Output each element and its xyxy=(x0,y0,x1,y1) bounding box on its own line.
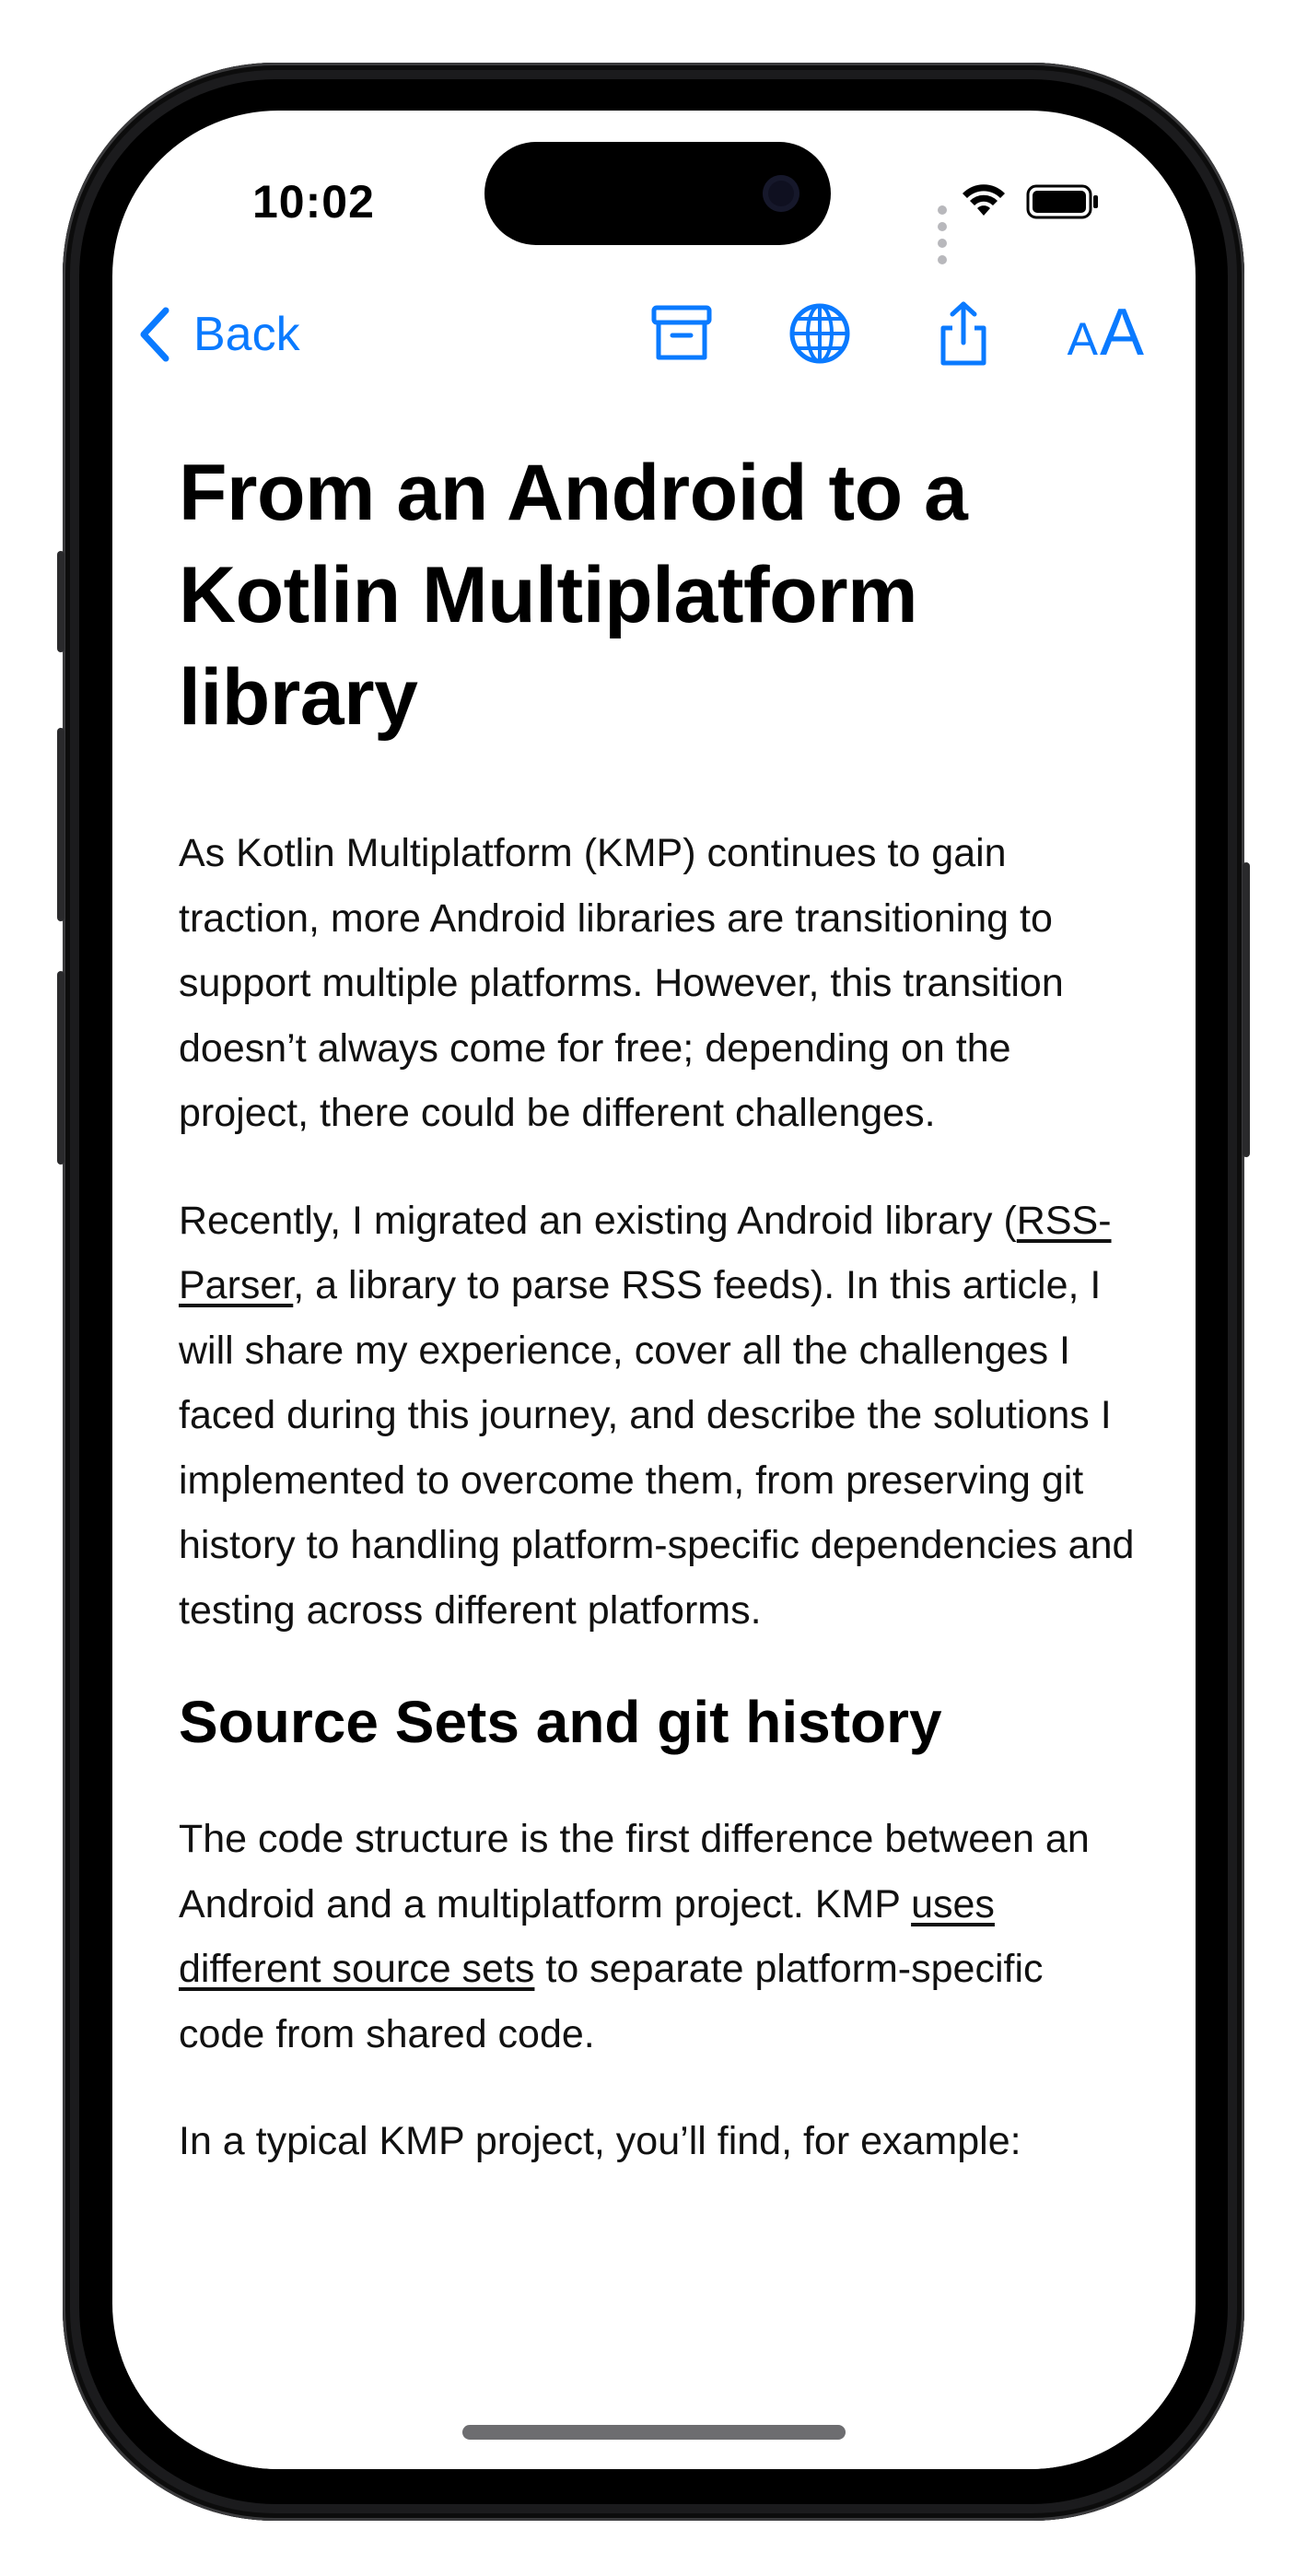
share-button[interactable] xyxy=(930,300,997,367)
paragraph-text: Recently, I migrated an existing Android… xyxy=(179,1198,1017,1243)
back-label: Back xyxy=(193,308,300,361)
text-size-big-glyph: A xyxy=(1099,296,1144,369)
globe-button[interactable] xyxy=(787,300,853,367)
volume-up-button xyxy=(57,728,64,921)
status-time: 10:02 xyxy=(252,176,375,228)
paragraph: The code structure is the first differen… xyxy=(179,1807,1137,2067)
battery-icon xyxy=(1026,184,1098,219)
bottom-mask xyxy=(112,2359,1196,2469)
front-camera-icon xyxy=(763,175,799,212)
article-body: From an Android to a Kotlin Multiplatfor… xyxy=(179,442,1137,2217)
reader-toolbar: Back A A xyxy=(112,286,1196,387)
section-heading: Source Sets and git history xyxy=(179,1689,942,1755)
archive-button[interactable] xyxy=(648,300,715,367)
paragraph: Recently, I migrated an existing Android… xyxy=(179,1188,1137,1644)
paragraph-text: , a library to parse RSS feeds). In this… xyxy=(179,1263,1135,1633)
cellular-signal-icon xyxy=(934,203,947,269)
text-size-button[interactable]: A A xyxy=(1068,295,1144,370)
article-title: From an Android to a Kotlin Multiplatfor… xyxy=(179,449,968,742)
back-button[interactable]: Back xyxy=(136,302,300,367)
home-indicator[interactable] xyxy=(462,2425,846,2440)
wifi-icon xyxy=(963,184,1005,216)
text-size-small-glyph: A xyxy=(1067,313,1098,365)
screen: 10:02 Back A A From an Android to a Kotl… xyxy=(112,111,1196,2469)
paragraph: In a typical KMP project, you’ll find, f… xyxy=(179,2119,1021,2163)
globe-icon xyxy=(789,303,850,364)
device-stage: 10:02 Back A A From an Android to a Kotl… xyxy=(0,0,1307,2576)
dynamic-island xyxy=(484,142,831,245)
action-button xyxy=(57,551,64,652)
power-button xyxy=(1243,862,1250,1157)
share-icon xyxy=(940,301,986,366)
chevron-left-icon xyxy=(140,307,169,362)
archive-icon xyxy=(651,305,712,360)
paragraph: As Kotlin Multiplatform (KMP) continues … xyxy=(179,831,1064,1135)
volume-down-button xyxy=(57,971,64,1165)
